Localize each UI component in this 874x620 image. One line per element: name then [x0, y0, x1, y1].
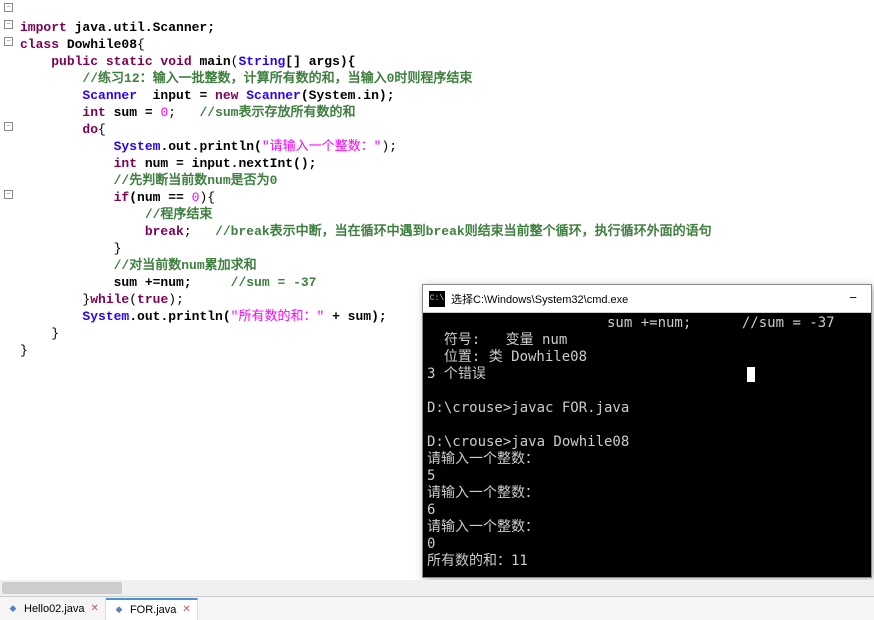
- cmd-line: 位置: 类 Dowhile08: [427, 349, 587, 365]
- cmd-line: 请输入一个整数：: [427, 519, 539, 535]
- fold-gutter: − − − − −: [0, 0, 20, 580]
- cmd-line: D:\crouse>javac FOR.java: [427, 400, 629, 416]
- cmd-line: 请输入一个整数：: [427, 485, 539, 501]
- string-literal: "请输入一个整数：": [262, 139, 382, 154]
- type-scanner: Scanner: [82, 88, 137, 103]
- close-icon[interactable]: ✕: [89, 603, 99, 614]
- fold-icon[interactable]: −: [4, 37, 13, 46]
- kw-import: import: [20, 20, 67, 35]
- cmd-title-text: 选择C:\Windows\System32\cmd.exe: [451, 291, 841, 307]
- cmd-line: 符号: 变量 num: [427, 332, 567, 348]
- string-literal: "所有数的和：": [231, 309, 325, 324]
- cmd-line: 请输入一个整数：: [427, 451, 539, 467]
- tab-for[interactable]: ◆ FOR.java ✕: [106, 598, 198, 620]
- minimize-icon[interactable]: −: [841, 291, 865, 306]
- comment: //对当前数num累加求和: [114, 258, 257, 273]
- tab-label: FOR.java: [130, 604, 176, 616]
- class-name: Dowhile08: [59, 37, 137, 52]
- fold-icon[interactable]: −: [4, 190, 13, 199]
- fold-icon[interactable]: −: [4, 20, 13, 29]
- comment: //先判断当前数num是否为0: [114, 173, 278, 188]
- comment: //练习12：输入一批整数，计算所有数的和，当输入0时则程序结束: [82, 71, 472, 86]
- comment: //sum表示存放所有数的和: [199, 105, 355, 120]
- cmd-window[interactable]: C:\ 选择C:\Windows\System32\cmd.exe − sum …: [422, 284, 872, 578]
- tab-hello02[interactable]: ◆ Hello02.java ✕: [0, 598, 106, 620]
- cmd-line: D:\crouse>java Dowhile08: [427, 434, 629, 450]
- cmd-cursor: [747, 367, 755, 382]
- pkg: java.util.Scanner;: [67, 20, 215, 35]
- tab-bar: ◆ Hello02.java ✕ ◆ FOR.java ✕: [0, 596, 874, 620]
- horizontal-scrollbar[interactable]: [0, 580, 874, 596]
- cmd-icon: C:\: [429, 291, 445, 307]
- cmd-line: //sum = -37: [742, 315, 835, 331]
- tab-label: Hello02.java: [24, 603, 85, 615]
- type-string: String: [238, 54, 285, 69]
- cmd-output[interactable]: sum +=num; //sum = -37 符号: 变量 num 位置: 类 …: [423, 313, 871, 606]
- cmd-line: 6: [427, 502, 435, 518]
- comment: //sum = -37: [231, 275, 317, 290]
- scrollbar-thumb[interactable]: [2, 582, 122, 594]
- close-icon[interactable]: ✕: [180, 604, 190, 615]
- java-file-icon: ◆: [6, 602, 20, 616]
- comment: //程序结束: [145, 207, 213, 222]
- cmd-line: 0: [427, 536, 435, 552]
- kw-public: public static void: [51, 54, 191, 69]
- cmd-line: sum +=num;: [607, 315, 691, 331]
- cmd-titlebar[interactable]: C:\ 选择C:\Windows\System32\cmd.exe −: [423, 285, 871, 313]
- fold-icon[interactable]: −: [4, 3, 13, 12]
- java-file-icon: ◆: [112, 603, 126, 617]
- fold-icon[interactable]: −: [4, 122, 13, 131]
- kw-class: class: [20, 37, 59, 52]
- comment: //break表示中断，当在循环中遇到break则结束当前整个循环，执行循环外面…: [215, 224, 712, 239]
- cmd-line: 所有数的和：11: [427, 553, 528, 569]
- cmd-line: 3 个错误: [427, 366, 486, 382]
- cmd-line: 5: [427, 468, 435, 484]
